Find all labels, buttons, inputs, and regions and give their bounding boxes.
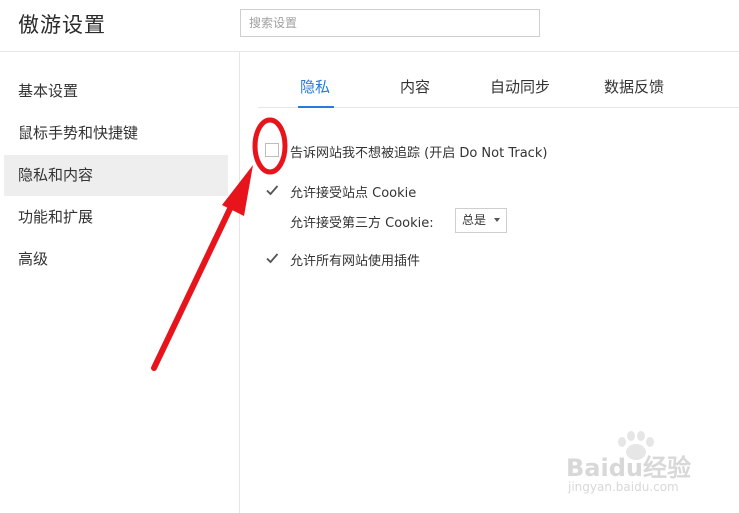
sidebar-item-features[interactable]: 功能和扩展 — [4, 197, 228, 238]
checkmark-icon — [266, 185, 279, 196]
watermark-brand: Baidu经验 — [566, 454, 691, 482]
plugins-checkbox[interactable] — [265, 251, 279, 265]
tab-sync[interactable]: 自动同步 — [490, 76, 550, 97]
paw-icon — [618, 431, 654, 460]
cookie-label: 允许接受站点 Cookie — [290, 186, 417, 201]
checkmark-icon — [266, 253, 279, 264]
app-title: 傲游设置 — [18, 13, 106, 37]
plugins-label: 允许所有网站使用插件 — [290, 254, 421, 269]
watermark-url: jingyan.baidu.com — [568, 480, 679, 494]
tab-feedback[interactable]: 数据反馈 — [604, 76, 664, 97]
sidebar-item-basic[interactable]: 基本设置 — [4, 71, 228, 112]
dnt-label: 告诉网站我不想被追踪 (开启 Do Not Track) — [290, 146, 548, 161]
dnt-checkbox[interactable] — [265, 143, 279, 157]
active-tab-indicator — [298, 106, 334, 108]
watermark: Baidu经验 jingyan.baidu.com — [566, 431, 716, 500]
sidebar-item-privacy[interactable]: 隐私和内容 — [4, 155, 228, 196]
chevron-down-icon — [494, 218, 500, 222]
tab-privacy[interactable]: 隐私 — [300, 76, 330, 97]
sidebar-item-mouse-gestures[interactable]: 鼠标手势和快捷键 — [4, 113, 228, 154]
third-party-cookie-select[interactable]: 总是 — [455, 208, 507, 233]
settings-header: 傲游设置 — [0, 0, 739, 52]
cookie-checkbox[interactable] — [265, 183, 279, 197]
search-input[interactable] — [240, 9, 540, 37]
sidebar-item-advanced[interactable]: 高级 — [4, 239, 228, 280]
sidebar: 基本设置 鼠标手势和快捷键 隐私和内容 功能和扩展 高级 — [0, 52, 240, 513]
tab-content[interactable]: 内容 — [400, 76, 430, 97]
tab-bar: 隐私 内容 自动同步 数据反馈 — [258, 68, 739, 108]
third-party-cookie-label: 允许接受第三方 Cookie: — [290, 216, 434, 231]
third-party-cookie-value: 总是 — [462, 213, 487, 227]
